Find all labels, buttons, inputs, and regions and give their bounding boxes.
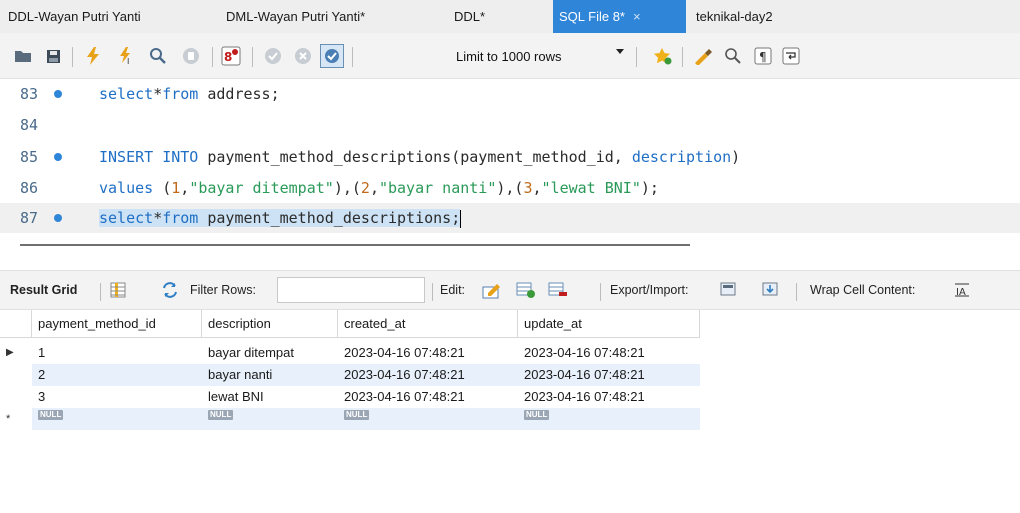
execute-icon[interactable] — [82, 45, 104, 67]
column-header-created-at[interactable]: created_at — [338, 310, 518, 338]
new-row-asterisk-icon: * — [6, 413, 11, 425]
export-import-label: Export/Import: — [610, 283, 689, 297]
svg-text:8: 8 — [224, 50, 232, 64]
explain-icon[interactable] — [147, 45, 169, 67]
add-snippet-icon[interactable] — [652, 45, 674, 67]
tab-sql-file-8[interactable]: SQL File 8* × — [553, 0, 686, 33]
wrap-cell-icon[interactable]: IA — [952, 280, 972, 300]
svg-text:I: I — [127, 57, 129, 65]
sql-editor[interactable]: 83 select*from address; 84 85 INSERT INT… — [0, 79, 1020, 265]
column-header-description[interactable]: description — [202, 310, 338, 338]
cell-payment-method-id[interactable]: 3 — [32, 386, 202, 408]
filter-rows-input[interactable] — [277, 277, 425, 303]
close-tab-icon[interactable]: × — [633, 0, 641, 33]
cell-update-at[interactable]: 2023-04-16 07:48:21 — [518, 386, 700, 408]
invisible-chars-icon[interactable]: ¶ — [752, 45, 774, 67]
import-icon[interactable] — [762, 280, 782, 300]
code-text[interactable]: select*from address; — [99, 79, 280, 109]
execute-current-icon[interactable]: I — [115, 45, 137, 67]
open-folder-icon[interactable] — [12, 45, 34, 67]
rollback-icon[interactable] — [292, 45, 314, 67]
tab-teknikal-day2[interactable]: teknikal-day2 — [690, 0, 779, 33]
code-text-selected[interactable]: select*from payment_method_descriptions; — [99, 203, 462, 233]
code-line-current[interactable]: 87 select*from payment_method_descriptio… — [0, 203, 1020, 233]
statement-marker-icon — [54, 153, 62, 161]
edit-label: Edit: — [440, 283, 466, 297]
commit-icon[interactable] — [262, 45, 284, 67]
line-number: 83 — [20, 85, 39, 103]
statement-marker-icon — [54, 90, 62, 98]
result-grid-tab[interactable]: Result Grid — [10, 283, 77, 297]
cell-null[interactable]: NULL — [518, 408, 700, 430]
cell-null[interactable]: NULL — [202, 408, 338, 430]
beautify-icon[interactable] — [692, 45, 714, 67]
code-text[interactable]: INSERT INTO payment_method_descriptions(… — [99, 142, 740, 172]
code-line[interactable]: 86 values (1,"bayar ditempat"),(2,"bayar… — [0, 173, 1020, 203]
export-icon[interactable] — [720, 280, 740, 300]
autocommit-toggle-icon[interactable] — [320, 44, 344, 68]
line-number: 86 — [20, 179, 39, 197]
find-icon[interactable] — [722, 45, 744, 67]
code-text[interactable]: values (1,"bayar ditempat"),(2,"bayar na… — [99, 173, 659, 203]
cell-description[interactable]: bayar ditempat — [202, 342, 338, 364]
cell-created-at[interactable]: 2023-04-16 07:48:21 — [338, 386, 518, 408]
row-header-corner — [0, 310, 32, 338]
toggle-error-icon[interactable]: 8 — [220, 45, 242, 67]
editor-tab-bar: DDL-Wayan Putri Yanti DML-Wayan Putri Ya… — [0, 0, 1020, 33]
cell-update-at[interactable]: 2023-04-16 07:48:21 — [518, 364, 700, 386]
save-icon[interactable] — [42, 45, 64, 67]
limit-rows-select[interactable]: Limit to 1000 rows — [456, 47, 562, 67]
refresh-icon[interactable] — [160, 280, 180, 300]
current-row-arrow-icon: ▶ — [6, 347, 14, 358]
result-toolbar: Result Grid Filter Rows: Edit: Export/Im… — [0, 270, 1020, 310]
stop-icon[interactable] — [180, 45, 202, 67]
grid-view-icon[interactable] — [108, 280, 128, 300]
cell-created-at[interactable]: 2023-04-16 07:48:21 — [338, 364, 518, 386]
cell-update-at[interactable]: 2023-04-16 07:48:21 — [518, 342, 700, 364]
tab-ddl[interactable]: DDL* — [448, 0, 491, 33]
filter-rows-label: Filter Rows: — [190, 283, 256, 297]
cell-payment-method-id[interactable]: 2 — [32, 364, 202, 386]
cell-null[interactable]: NULL — [338, 408, 518, 430]
wrap-cell-label: Wrap Cell Content: — [810, 283, 916, 297]
add-row-icon[interactable] — [516, 280, 536, 300]
code-line[interactable]: 84 — [0, 110, 1020, 140]
column-header-update-at[interactable]: update_at — [518, 310, 700, 338]
chevron-down-icon[interactable] — [616, 49, 624, 54]
text-cursor — [460, 209, 462, 228]
statement-marker-icon — [54, 214, 62, 222]
cell-description[interactable]: bayar nanti — [202, 364, 338, 386]
cell-created-at[interactable]: 2023-04-16 07:48:21 — [338, 342, 518, 364]
result-grid[interactable]: payment_method_id description created_at… — [0, 310, 1020, 513]
tab-dml-wayan[interactable]: DML-Wayan Putri Yanti* — [220, 0, 371, 33]
tab-ddl-wayan[interactable]: DDL-Wayan Putri Yanti — [2, 0, 147, 33]
cell-payment-method-id[interactable]: 1 — [32, 342, 202, 364]
line-number: 84 — [20, 116, 39, 134]
delete-row-icon[interactable] — [548, 280, 568, 300]
column-header-payment-method-id[interactable]: payment_method_id — [32, 310, 202, 338]
cell-description[interactable]: lewat BNI — [202, 386, 338, 408]
svg-text:¶: ¶ — [759, 50, 767, 64]
line-number: 85 — [20, 148, 39, 166]
line-number: 87 — [20, 209, 39, 227]
horizontal-scrollbar[interactable] — [20, 244, 690, 246]
edit-row-icon[interactable] — [482, 280, 502, 300]
code-line[interactable]: 83 select*from address; — [0, 79, 1020, 109]
word-wrap-icon[interactable] — [780, 45, 802, 67]
sql-editor-toolbar: I 8 Limit to 1000 rows ¶ — [0, 33, 1020, 79]
code-line[interactable]: 85 INSERT INTO payment_method_descriptio… — [0, 142, 1020, 172]
cell-null[interactable]: NULL — [32, 408, 202, 430]
